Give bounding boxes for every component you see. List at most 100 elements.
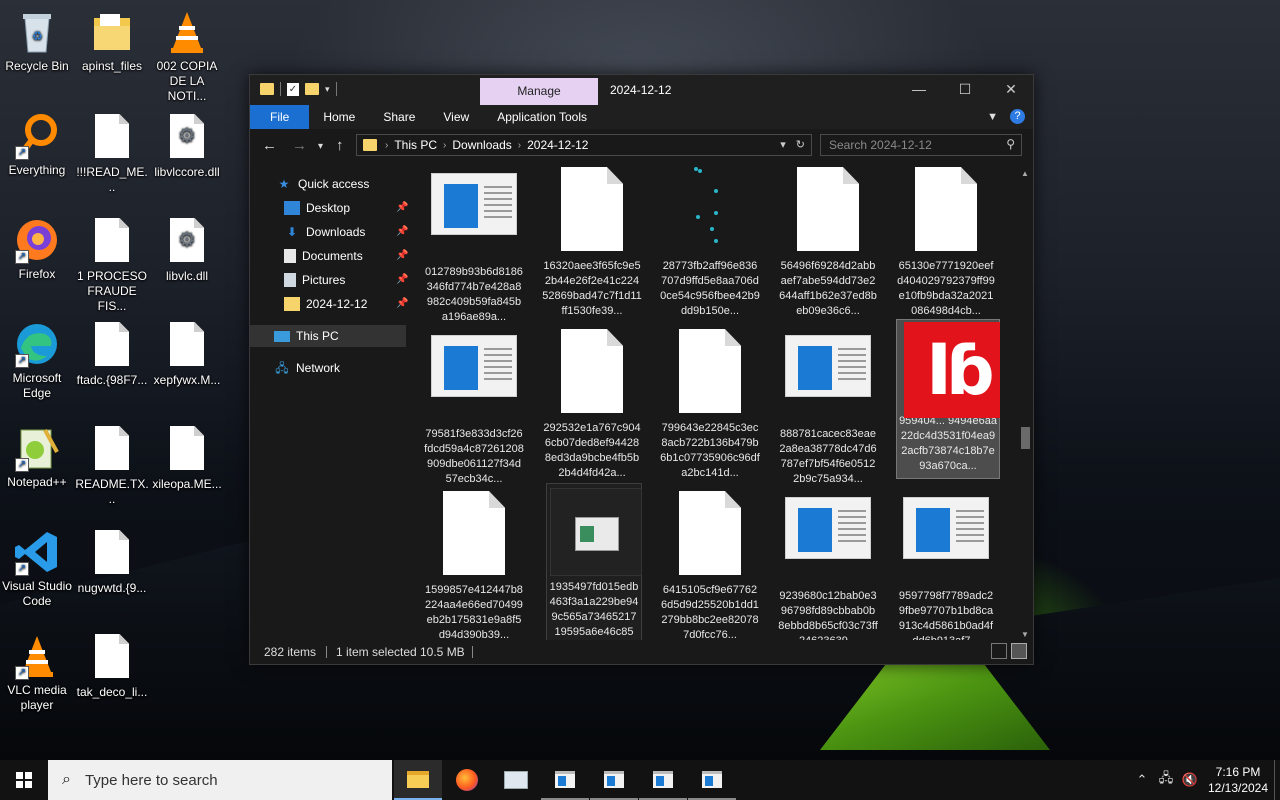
help-icon[interactable]: ? xyxy=(1010,109,1025,124)
nav-desktop[interactable]: Desktop 📌 xyxy=(284,197,408,219)
refresh-icon[interactable]: ↻ xyxy=(796,138,805,151)
desktop-icon-ftadc[interactable]: ftadc.{98F7... xyxy=(75,320,149,388)
breadcrumb-downloads[interactable]: Downloads xyxy=(452,138,511,152)
firefox-icon xyxy=(456,769,478,791)
taskbar: ⌕ Type here to search ⌃ 🖧 🔇 7:16 PM 12/1… xyxy=(0,760,1280,800)
vlc-file-icon xyxy=(163,8,211,56)
desktop-icon-apinst-files[interactable]: apinst_files xyxy=(75,8,149,74)
network-icon[interactable]: 🖧 xyxy=(1154,769,1178,791)
nav-quick-access[interactable]: ★ Quick access xyxy=(276,173,370,195)
folder-icon xyxy=(88,8,136,56)
scroll-down-arrow-icon[interactable]: ▼ xyxy=(1019,630,1031,639)
forward-arrow-icon[interactable]: → xyxy=(292,137,307,154)
taskbar-photos[interactable] xyxy=(492,760,540,800)
desktop-icon-everything[interactable]: ↗ Everything xyxy=(0,112,74,178)
tab-home[interactable]: Home xyxy=(309,105,369,129)
tab-manage[interactable]: Manage xyxy=(480,78,598,105)
file-item[interactable]: 1599857e412447b8224aa4e66ed70499eb2b1758… xyxy=(422,487,526,641)
minimize-button[interactable]: — xyxy=(896,75,942,105)
address-dropdown-chevron-icon[interactable]: ▾ xyxy=(780,138,786,151)
show-hidden-icons-chevron-icon[interactable]: ⌃ xyxy=(1130,772,1154,788)
breadcrumb-separator-icon[interactable]: › xyxy=(443,140,446,151)
desktop-icon-vlc[interactable]: ↗ VLC media player xyxy=(0,632,74,713)
taskbar-app-window[interactable] xyxy=(688,760,736,800)
breadcrumb-separator-icon[interactable]: › xyxy=(518,140,521,151)
desktop-icon-nugvwtd[interactable]: nugvwtd.{9... xyxy=(75,528,149,596)
computer-icon xyxy=(274,330,290,342)
search-input[interactable] xyxy=(821,135,991,155)
details-view-icon[interactable] xyxy=(991,643,1007,659)
desktop-icon-read-me[interactable]: !!!READ_ME... xyxy=(75,112,149,195)
scroll-up-arrow-icon[interactable]: ▲ xyxy=(1019,169,1031,178)
nav-network[interactable]: 🖧 Network xyxy=(274,357,340,379)
show-desktop-button[interactable] xyxy=(1274,760,1280,800)
desktop-icon-xepfywx[interactable]: xepfywx.M... xyxy=(150,320,224,388)
file-item[interactable]: 9597798f7789adc29fbe97707b1bd8ca913c4d58… xyxy=(894,487,998,641)
back-arrow-icon[interactable]: ← xyxy=(262,137,277,154)
new-folder-icon[interactable] xyxy=(305,83,319,95)
file-item[interactable]: 1935497fd015edb463f3a1a229be949c565a7346… xyxy=(546,483,642,641)
application-window-icon xyxy=(653,770,673,788)
tab-view[interactable]: View xyxy=(429,105,483,129)
vertical-scrollbar[interactable]: ▲ ▼ xyxy=(1019,169,1031,639)
file-item[interactable]: 79581f3e833d3cf26fdcd59a4c87261208909dbe… xyxy=(422,325,526,485)
file-item[interactable]: 56496f69284d2abbaef7abe594dd73e2644aff1b… xyxy=(776,163,880,323)
recent-locations-chevron-icon[interactable]: ▾ xyxy=(318,141,323,152)
nav-documents[interactable]: Documents 📌 xyxy=(284,245,408,267)
file-item[interactable]: 28773fb2aff96e836707d9ffd5e8aa706d0ce54c… xyxy=(658,163,762,323)
desktop-icon-xileopa[interactable]: xileopa.ME... xyxy=(150,424,224,492)
tab-application-tools[interactable]: Application Tools xyxy=(483,105,601,129)
search-box[interactable]: ⚲ xyxy=(820,134,1022,156)
scrollbar-thumb[interactable] xyxy=(1021,427,1030,449)
window-title: 2024-12-12 xyxy=(610,83,672,97)
nav-2024-12-12[interactable]: 2024-12-12 📌 xyxy=(284,293,408,315)
desktop-icon-copia-noti[interactable]: 002 COPIA DE LA NOTI... xyxy=(150,8,224,104)
nav-downloads[interactable]: ⬇ Downloads 📌 xyxy=(284,221,408,243)
blank-file-icon xyxy=(679,491,741,575)
maximize-button[interactable]: ☐ xyxy=(942,75,988,105)
file-item[interactable]: 292532e1a767c9046cb07ded8ef944288ed3da9b… xyxy=(540,325,644,485)
breadcrumb-current-folder[interactable]: 2024-12-12 xyxy=(527,138,588,152)
clock[interactable]: 7:16 PM 12/13/2024 xyxy=(1202,764,1274,796)
selection-size: 10.5 MB xyxy=(420,645,465,659)
desktop-icon-notepadpp[interactable]: ↗ Notepad++ xyxy=(0,424,74,490)
desktop-icon-libvlccore[interactable]: ⚙ libvlccore.dll xyxy=(150,112,224,180)
properties-icon[interactable]: ✓ xyxy=(287,82,299,96)
volume-muted-icon[interactable]: 🔇 xyxy=(1178,772,1202,788)
file-item[interactable]: 6415105cf9e677626d5d9d25520b1dd1279bb8bc… xyxy=(658,487,762,641)
taskbar-app-window[interactable] xyxy=(639,760,687,800)
desktop-icon-libvlc[interactable]: ⚙ libvlc.dll xyxy=(150,216,224,284)
tab-share[interactable]: Share xyxy=(369,105,429,129)
close-button[interactable]: ✕ xyxy=(988,75,1034,105)
expand-ribbon-chevron-icon[interactable]: ▼ xyxy=(987,111,998,123)
customize-toolbar-chevron-icon[interactable]: ▾ xyxy=(325,84,330,95)
file-item-selected[interactable]: 959404... 9494e6aa22dc4d3531f04ea92acfb7… xyxy=(896,319,1000,479)
taskbar-app-window[interactable] xyxy=(590,760,638,800)
taskbar-search[interactable]: ⌕ Type here to search xyxy=(48,760,392,800)
nav-pictures[interactable]: Pictures 📌 xyxy=(284,269,408,291)
taskbar-firefox[interactable] xyxy=(443,760,491,800)
address-bar[interactable]: › This PC › Downloads › 2024-12-12 ▾ ↻ xyxy=(356,134,812,156)
up-arrow-icon[interactable]: ↑ xyxy=(336,137,344,154)
start-button[interactable] xyxy=(0,760,48,800)
large-icons-view-icon[interactable] xyxy=(1011,643,1027,659)
desktop-icon-vscode[interactable]: ↗ Visual Studio Code xyxy=(0,528,74,609)
desktop-icon-firefox[interactable]: ↗ Firefox xyxy=(0,216,74,282)
desktop-icon-proceso-fraude[interactable]: 1 PROCESO FRAUDE FIS... xyxy=(75,216,149,314)
taskbar-app-window[interactable] xyxy=(541,760,589,800)
desktop-icon-recycle-bin[interactable]: ♻ Recycle Bin xyxy=(0,8,74,74)
nav-this-pc[interactable]: This PC xyxy=(250,325,406,347)
desktop-icon-tak-deco[interactable]: tak_deco_li... xyxy=(75,632,149,700)
file-item[interactable]: 16320aee3f65fc9e52b44e26f2e41c22452869ba… xyxy=(540,163,644,323)
file-item[interactable]: 012789b93b6d8186346fd774b7e428a8982c409b… xyxy=(422,163,526,323)
everything-search-icon: ↗ xyxy=(13,112,61,160)
breadcrumb-this-pc[interactable]: This PC xyxy=(394,138,437,152)
taskbar-file-explorer[interactable] xyxy=(394,760,442,800)
tab-file[interactable]: File xyxy=(250,105,310,129)
file-item[interactable]: 888781cacec83eae2a8ea38778dc47d6787ef7bf… xyxy=(776,325,880,485)
file-item[interactable]: 799643e22845c3ec8acb722b136b479b6b1c0773… xyxy=(658,325,762,485)
file-item[interactable]: 65130e7771920eefd404029792379ff99e10fb9b… xyxy=(894,163,998,323)
file-item[interactable]: 9239680c12bab0e396798fd89cbbab0b8ebbd8b6… xyxy=(776,487,880,641)
desktop-icon-edge[interactable]: ↗ Microsoft Edge xyxy=(0,320,74,401)
desktop-icon-readme-txt[interactable]: README.TX... xyxy=(75,424,149,507)
